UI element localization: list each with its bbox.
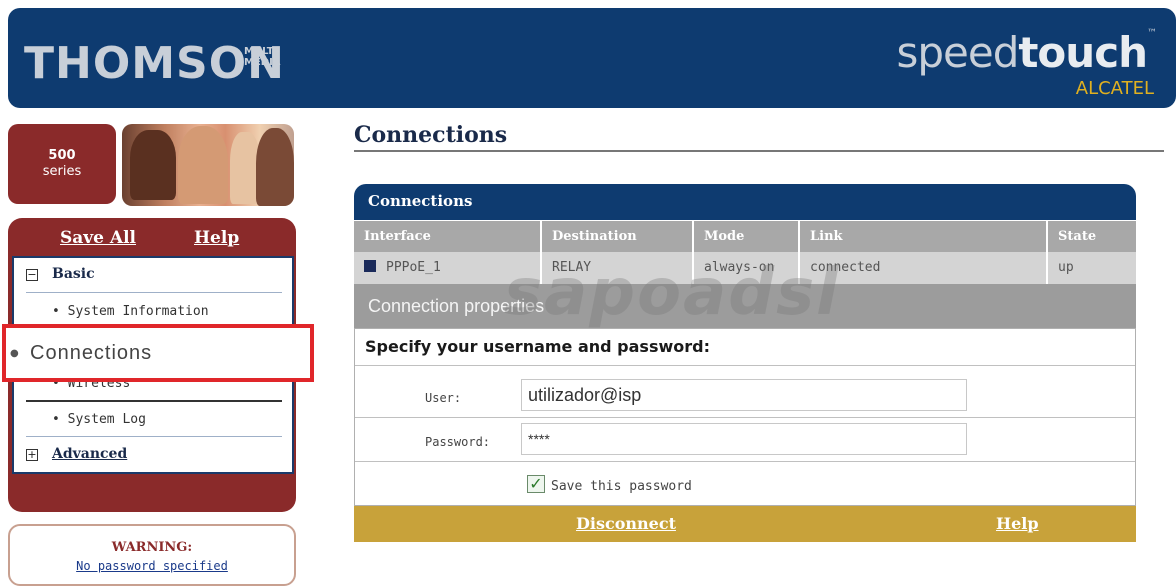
password-input[interactable] [521, 423, 967, 455]
divider [26, 400, 282, 402]
series-badge: 500 series [8, 124, 116, 204]
sidebar-item-connections[interactable]: ● Connections [2, 324, 314, 382]
save-all-link[interactable]: Save All [60, 228, 136, 248]
sidebar-item-basic[interactable]: − Basic [26, 266, 282, 282]
collapse-icon[interactable]: − [26, 268, 38, 281]
help-link[interactable]: Help [194, 228, 239, 248]
credentials-form: Specify your username and password: User… [354, 328, 1136, 506]
divider [355, 461, 1135, 462]
multimedia-logo: MULTI MEDIA [244, 46, 281, 68]
photo-person [178, 126, 228, 204]
divider [26, 436, 282, 437]
panel-title: Connections [354, 184, 1136, 220]
series-label: series [42, 164, 82, 179]
form-title: Specify your username and password: [365, 337, 710, 356]
cell-state: up [1058, 260, 1074, 275]
no-password-link[interactable]: No password specified [76, 559, 228, 573]
page-title: Connections [354, 122, 508, 148]
photo-person [256, 128, 294, 206]
title-divider [354, 150, 1164, 152]
help-button[interactable]: Help [996, 514, 1039, 533]
user-label: User: [425, 391, 462, 405]
column-header-state: State [1058, 229, 1097, 244]
divider [355, 417, 1135, 418]
alcatel-logo: ALCATEL [1075, 78, 1154, 99]
action-bar: Disconnect Help [354, 506, 1136, 542]
column-header-mode: Mode [694, 221, 800, 252]
sidebar-item-label: Connections [30, 342, 153, 364]
user-input[interactable] [521, 379, 967, 411]
divider [355, 365, 1135, 366]
header-banner: THOMSON MULTI MEDIA speedtouch™ ALCATEL [8, 8, 1176, 108]
photo-person [130, 130, 176, 200]
bullet-icon: ● [10, 348, 19, 359]
password-label: Password: [425, 435, 491, 449]
disconnect-button[interactable]: Disconnect [576, 514, 676, 533]
interface-icon [364, 260, 376, 272]
expand-icon[interactable]: + [26, 448, 38, 461]
warning-box: WARNING: No password specified [8, 524, 296, 586]
speedtouch-logo: speedtouch™ [896, 28, 1157, 77]
sidebar-item-system-log[interactable]: • System Log [52, 412, 308, 427]
column-header-interface: Interface [354, 221, 542, 252]
column-header-link: Link [800, 221, 1048, 252]
column-header-destination: Destination [542, 221, 694, 252]
sidebar-item-advanced[interactable]: + Advanced [26, 446, 282, 462]
save-password-label: Save this password [551, 479, 692, 494]
sidebar-item-system-information[interactable]: • System Information [52, 304, 308, 319]
table-header: Interface Destination Mode Link State [354, 220, 1136, 252]
people-photo [122, 124, 294, 206]
series-number: 500 [48, 148, 76, 163]
divider [26, 292, 282, 293]
sapoadsl-watermark: sapoadsl [504, 256, 841, 330]
warning-title: WARNING: [111, 540, 193, 555]
save-password-checkbox[interactable]: ✓ [527, 475, 545, 493]
